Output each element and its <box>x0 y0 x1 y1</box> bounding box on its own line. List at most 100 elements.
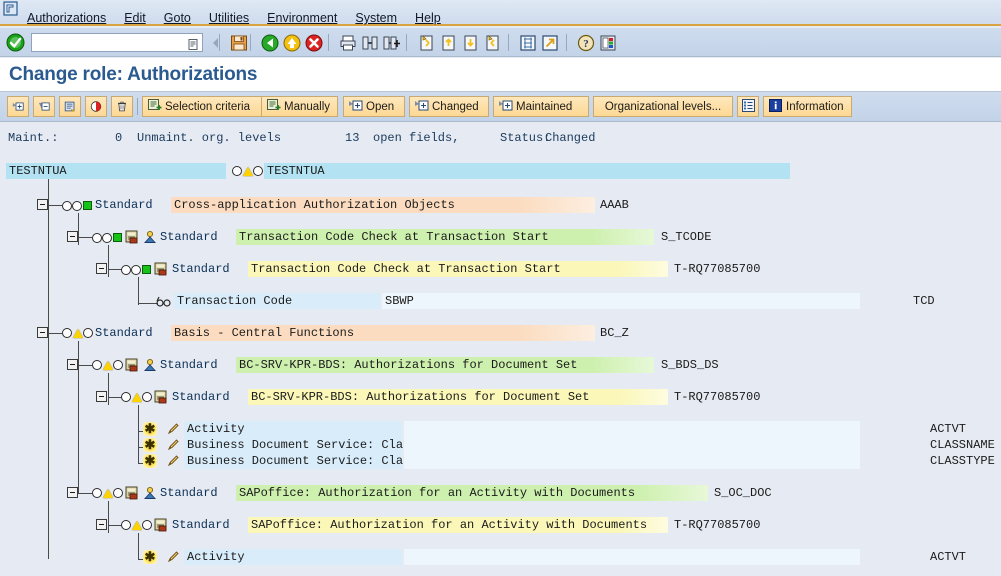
find-icon[interactable] <box>359 32 380 53</box>
organizational-levels-button[interactable]: Organizational levels... <box>593 96 733 117</box>
authorization-icon <box>154 390 168 409</box>
field-label-text[interactable]: Activity <box>184 549 402 565</box>
expand-collapse-toggle[interactable] <box>67 359 78 370</box>
toolbar-separator <box>250 34 251 51</box>
delete-button[interactable] <box>111 96 133 117</box>
page-title: Change role: Authorizations <box>9 64 258 85</box>
tree-row-field-tcd[interactable]: Transaction Code SBWP TCD <box>0 293 1001 309</box>
star-icon: ✱ <box>143 453 157 468</box>
tree-row-field-actvt-1[interactable]: ✱ Activity ACTVT <box>0 421 1001 437</box>
auth-text[interactable]: SAPoffice: Authorization for an Activity… <box>248 517 668 533</box>
menu-item-authorizations[interactable]: Authorizations <box>18 11 115 26</box>
object-text[interactable]: BC-SRV-KPR-BDS: Authorizations for Docum… <box>236 357 654 373</box>
command-field[interactable] <box>31 33 203 52</box>
create-shortcut-icon[interactable] <box>539 32 560 53</box>
tree-row-role[interactable]: TESTNTUA TESTNTUA <box>0 163 1001 179</box>
manually-button[interactable]: Manually <box>261 96 338 117</box>
open-button[interactable]: Open <box>343 96 405 117</box>
next-page-icon[interactable] <box>460 32 481 53</box>
object-standard-label: Standard <box>160 486 218 500</box>
field-value[interactable] <box>404 453 860 469</box>
object-text[interactable]: Transaction Code Check at Transaction St… <box>236 229 654 245</box>
field-value[interactable] <box>404 421 860 437</box>
circle-white-icon <box>121 519 131 530</box>
field-value[interactable]: SBWP <box>382 293 860 309</box>
find-next-icon[interactable] <box>381 32 402 53</box>
authorization-tree[interactable]: TESTNTUA TESTNTUA Standard Cross-applica… <box>0 155 1001 576</box>
square-green-icon <box>82 201 92 210</box>
field-value[interactable] <box>404 437 860 453</box>
expand-collapse-toggle[interactable] <box>67 487 78 498</box>
toolbar-separator <box>219 34 220 51</box>
triangle-yellow-icon <box>102 489 113 498</box>
field-value[interactable] <box>404 549 860 565</box>
expand-collapse-toggle[interactable] <box>96 519 107 530</box>
pencil-icon <box>166 550 180 569</box>
back-small-icon[interactable] <box>205 32 226 53</box>
auth-text[interactable]: BC-SRV-KPR-BDS: Authorizations for Docum… <box>248 389 668 405</box>
display-legend-button[interactable] <box>59 96 81 117</box>
create-session-icon[interactable] <box>517 32 538 53</box>
class-text[interactable]: Basis - Central Functions <box>171 325 595 341</box>
cancel-red-icon[interactable] <box>303 32 324 53</box>
object-text[interactable]: SAPoffice: Authorization for an Activity… <box>236 485 708 501</box>
expand-collapse-toggle[interactable] <box>96 263 107 274</box>
maintained-button[interactable]: Maintained <box>493 96 589 117</box>
circle-white-icon <box>92 232 102 243</box>
enter-check-icon[interactable] <box>6 33 25 52</box>
utilities-list-button[interactable] <box>737 96 759 117</box>
first-page-icon[interactable] <box>416 32 437 53</box>
tree-row-object-socdoc[interactable]: Standard SAPoffice: Authorization for an… <box>0 485 1001 501</box>
tree-row-object-stcode[interactable]: Standard Transaction Code Check at Trans… <box>0 229 1001 245</box>
class-text[interactable]: Cross-application Authorization Objects <box>171 197 595 213</box>
command-history-icon[interactable] <box>188 37 199 50</box>
expand-collapse-toggle[interactable] <box>37 327 48 338</box>
tree-row-auth-socdoc[interactable]: Standard SAPoffice: Authorization for an… <box>0 517 1001 533</box>
tree-row-class-aaab[interactable]: Standard Cross-application Authorization… <box>0 197 1001 213</box>
field-label-text[interactable]: Business Document Service: Cla <box>184 453 403 469</box>
tree-row-object-sbdsds[interactable]: Standard BC-SRV-KPR-BDS: Authorizations … <box>0 357 1001 373</box>
customize-local-layout-icon[interactable] <box>597 32 618 53</box>
app-toolbar-separator <box>137 98 138 115</box>
field-label-text[interactable]: Business Document Service: Cla <box>184 437 403 453</box>
deactivate-button[interactable] <box>85 96 107 117</box>
collapse-all-button[interactable] <box>33 96 55 117</box>
tree-row-auth-stcode[interactable]: Standard Transaction Code Check at Trans… <box>0 261 1001 277</box>
tree-row-field-actvt-2[interactable]: ✱ Activity ACTVT <box>0 549 1001 565</box>
menu-item-utilities[interactable]: Utilities <box>200 11 258 26</box>
expand-collapse-toggle[interactable] <box>37 199 48 210</box>
role-name-right[interactable]: TESTNTUA <box>264 163 790 179</box>
menu-item-system[interactable]: System <box>346 11 406 26</box>
tree-row-auth-sbdsds[interactable]: Standard BC-SRV-KPR-BDS: Authorizations … <box>0 389 1001 405</box>
last-page-icon[interactable] <box>482 32 503 53</box>
help-icon[interactable]: ? <box>575 32 596 53</box>
menu-item-environment[interactable]: Environment <box>258 11 346 26</box>
auth-text[interactable]: Transaction Code Check at Transaction St… <box>248 261 668 277</box>
unmaint-count: 0 <box>115 131 123 145</box>
expand-collapse-toggle[interactable] <box>96 391 107 402</box>
back-green-icon[interactable] <box>259 32 280 53</box>
circle-white-icon <box>72 200 82 211</box>
tree-row-field-classname[interactable]: ✱ Business Document Service: Cla CLASSNA… <box>0 437 1001 453</box>
menu-item-goto[interactable]: Goto <box>155 11 200 26</box>
expand-collapse-toggle[interactable] <box>67 231 78 242</box>
expand-all-button[interactable] <box>7 96 29 117</box>
exit-yellow-icon[interactable] <box>281 32 302 53</box>
role-name-left[interactable]: TESTNTUA <box>6 163 226 179</box>
menu-item-edit[interactable]: Edit <box>115 11 155 26</box>
field-tech-name: TCD <box>913 294 935 308</box>
toolbar-separator <box>566 34 567 51</box>
menu-item-help[interactable]: Help <box>406 11 450 26</box>
selection-criteria-button[interactable]: Selection criteria <box>142 96 274 117</box>
field-label-text[interactable]: Transaction Code <box>174 293 380 309</box>
field-label-text[interactable]: Activity <box>184 421 402 437</box>
tree-connector <box>48 205 62 206</box>
tree-row-field-classtype[interactable]: ✱ Business Document Service: Cla CLASSTY… <box>0 453 1001 469</box>
save-icon[interactable] <box>228 32 249 53</box>
changed-button[interactable]: Changed <box>409 96 489 117</box>
field-tech-name: ACTVT <box>930 550 967 564</box>
tree-row-class-bcz[interactable]: Standard Basis - Central Functions BC_Z <box>0 325 1001 341</box>
previous-page-icon[interactable] <box>438 32 459 53</box>
print-icon[interactable] <box>337 32 358 53</box>
information-button[interactable]: Information <box>763 96 852 117</box>
